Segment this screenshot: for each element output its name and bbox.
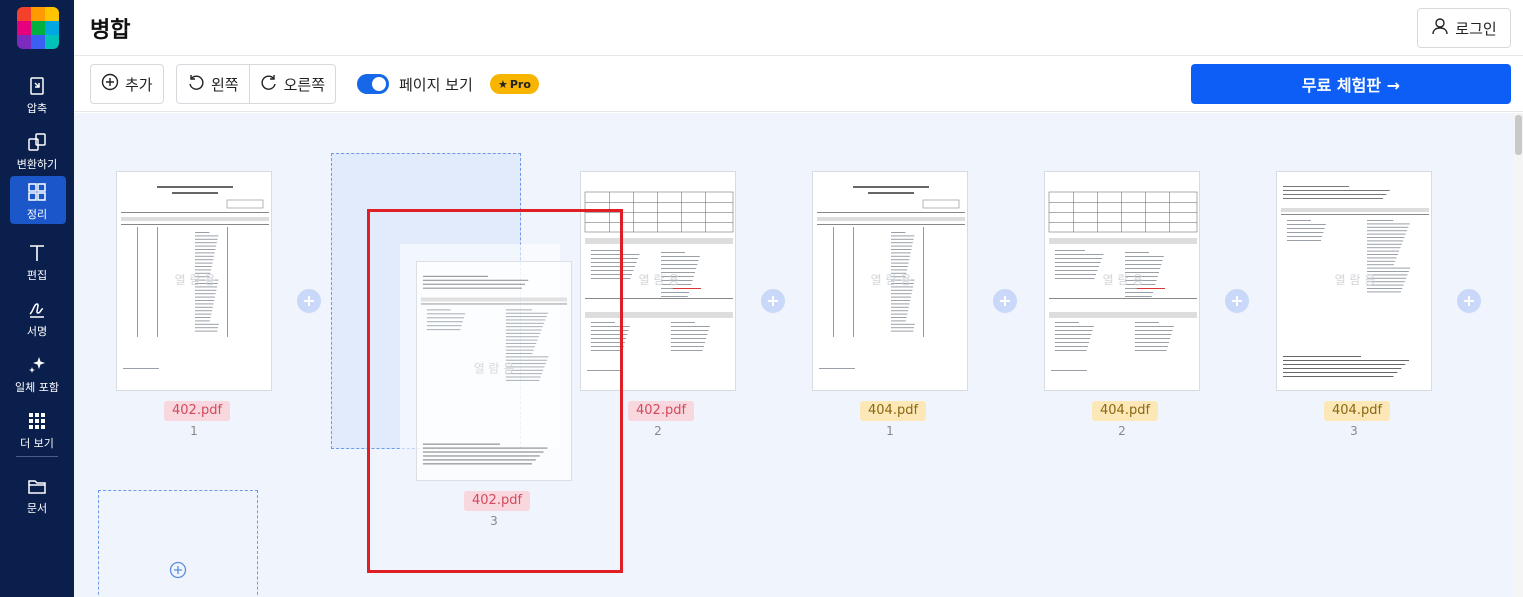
page-preview: 열 람 용 xyxy=(420,275,568,465)
scrollbar[interactable] xyxy=(1514,113,1523,597)
free-trial-button[interactable]: 무료 체험판 → xyxy=(1191,64,1511,104)
sidebar-item-label: 압축 xyxy=(26,101,48,115)
login-label: 로그인 xyxy=(1455,19,1497,38)
rotate-left-icon xyxy=(187,73,205,95)
sidebar-item-organize[interactable]: 정리 xyxy=(0,176,74,226)
sidebar-item-compress[interactable]: 압축 xyxy=(0,70,74,120)
rotate-left-button[interactable]: 왼쪽 xyxy=(177,65,249,103)
plus-icon xyxy=(1000,296,1010,306)
page-thumbnail[interactable]: 열 람 용 xyxy=(1276,171,1432,391)
insert-page-button[interactable] xyxy=(1225,289,1249,313)
plus-icon xyxy=(1464,296,1474,306)
pro-badge: ★ Pro xyxy=(490,74,539,94)
sidebar-item-label: 일체 포함 xyxy=(15,380,59,394)
sidebar-item-sign[interactable]: 서명 xyxy=(0,293,74,343)
svg-text:열 람 용: 열 람 용 xyxy=(474,362,514,376)
svg-text:열 람 용: 열 람 용 xyxy=(639,273,680,287)
signature-icon xyxy=(26,298,48,320)
sparkle-icon xyxy=(26,354,48,376)
page-number: 3 xyxy=(1350,424,1358,438)
svg-text:열 람 용: 열 람 용 xyxy=(1335,273,1376,287)
sidebar-item-label: 더 보기 xyxy=(20,436,54,450)
page-thumbnail[interactable]: 열 람 용 xyxy=(1044,171,1200,391)
svg-text:열 람 용: 열 람 용 xyxy=(871,273,912,287)
page-thumbnail[interactable]: 열 람 용 xyxy=(580,171,736,391)
sidebar: 압축 변환하기 정리 편집 서명 일체 포함 더 보기 문서 xyxy=(0,0,74,597)
sidebar-divider xyxy=(16,456,58,457)
header: 병합 로그인 xyxy=(74,0,1523,56)
grid-dots-icon xyxy=(26,410,48,432)
rotate-left-label: 왼쪽 xyxy=(211,75,239,94)
add-button[interactable]: 추가 xyxy=(90,64,164,104)
add-file-drop-zone[interactable] xyxy=(98,490,258,597)
plus-circle-icon xyxy=(169,561,187,579)
rotate-right-icon xyxy=(260,73,278,95)
page-thumbnail[interactable]: 열 람 용 xyxy=(116,171,272,391)
rotate-group: 왼쪽 오른쪽 xyxy=(176,64,337,104)
plus-icon xyxy=(304,296,314,306)
sidebar-item-convert[interactable]: 변환하기 xyxy=(0,126,74,176)
page-number: 2 xyxy=(1118,424,1126,438)
app-logo[interactable] xyxy=(17,7,59,49)
text-edit-icon xyxy=(26,242,48,264)
sidebar-item-documents[interactable]: 문서 xyxy=(0,470,74,520)
page-preview: 열 람 용 xyxy=(1048,191,1198,371)
page-preview: 열 람 용 xyxy=(817,186,965,369)
sidebar-item-all-in-one[interactable]: 일체 포함 xyxy=(0,349,74,399)
sidebar-item-label: 편집 xyxy=(26,268,48,282)
page-number: 1 xyxy=(190,424,198,438)
sidebar-item-label: 문서 xyxy=(26,501,48,515)
file-name-tag: 404.pdf xyxy=(1092,401,1159,421)
sidebar-item-label: 정리 xyxy=(26,207,48,221)
file-name-tag: 402.pdf xyxy=(628,401,695,421)
page-preview: 열 람 용 xyxy=(1281,186,1429,377)
page-view-toggle[interactable] xyxy=(357,74,389,94)
sidebar-item-label: 서명 xyxy=(26,324,48,338)
insert-page-button[interactable] xyxy=(1457,289,1481,313)
plus-icon xyxy=(768,296,778,306)
page-number: 3 xyxy=(490,514,498,528)
add-label: 추가 xyxy=(125,75,153,94)
page-preview: 열 람 용 xyxy=(584,191,734,371)
convert-icon xyxy=(26,131,48,153)
rotate-right-button[interactable]: 오른쪽 xyxy=(248,65,335,103)
star-icon: ★ xyxy=(498,77,508,91)
plus-icon xyxy=(1232,296,1242,306)
page-grid: 열 람 용 402.pdf 1 열 람 용 402.pdf 2 열 람 용 40… xyxy=(74,113,1514,597)
file-name-tag: 404.pdf xyxy=(860,401,927,421)
page-preview: 열 람 용 xyxy=(121,186,269,369)
sidebar-item-more[interactable]: 더 보기 xyxy=(0,405,74,455)
toolbar: 추가 왼쪽 오른쪽 페이지 보기 ★ Pro 무료 체험판 → xyxy=(74,56,1523,112)
insert-page-button[interactable] xyxy=(993,289,1017,313)
rotate-right-label: 오른쪽 xyxy=(283,75,326,94)
sidebar-item-label: 변환하기 xyxy=(16,157,58,171)
organize-icon xyxy=(26,181,48,203)
dragged-page-thumbnail[interactable]: 열 람 용 xyxy=(416,261,572,481)
insert-page-button[interactable] xyxy=(297,289,321,313)
insert-page-button[interactable] xyxy=(761,289,785,313)
page-title: 병합 xyxy=(90,18,131,43)
page-view-label: 페이지 보기 xyxy=(399,76,473,94)
page-number: 2 xyxy=(654,424,662,438)
sidebar-item-edit[interactable]: 편집 xyxy=(0,237,74,287)
file-name-tag: 402.pdf xyxy=(464,491,531,511)
plus-circle-icon xyxy=(101,73,119,95)
page-thumbnail[interactable]: 열 람 용 xyxy=(812,171,968,391)
folder-icon xyxy=(26,475,48,497)
user-icon xyxy=(1431,17,1449,39)
svg-text:열 람 용: 열 람 용 xyxy=(175,273,216,287)
svg-text:열 람 용: 열 람 용 xyxy=(1103,273,1144,287)
file-name-tag: 404.pdf xyxy=(1324,401,1391,421)
file-name-tag: 402.pdf xyxy=(164,401,231,421)
compress-icon xyxy=(26,75,48,97)
page-number: 1 xyxy=(886,424,894,438)
login-button[interactable]: 로그인 xyxy=(1417,8,1511,48)
